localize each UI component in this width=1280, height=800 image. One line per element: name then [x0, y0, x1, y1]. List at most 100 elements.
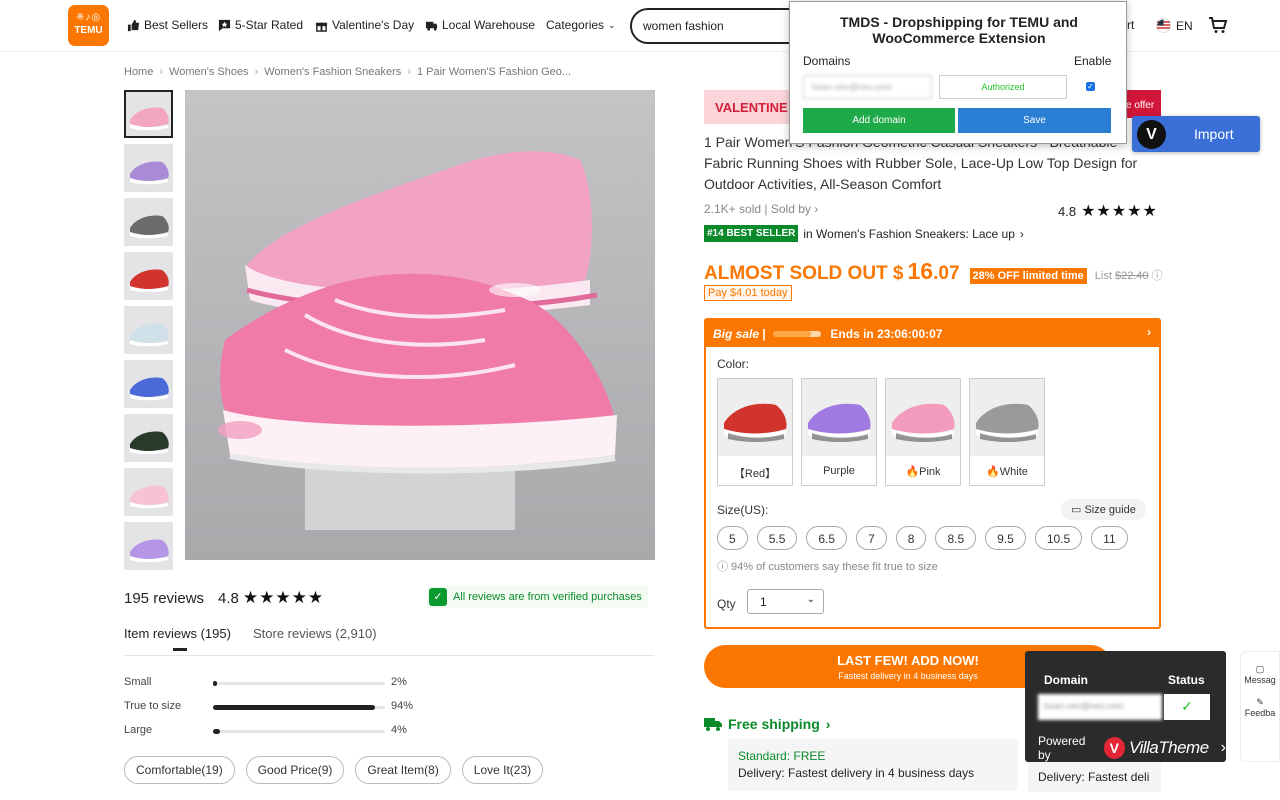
- account-link[interactable]: rt: [1127, 18, 1134, 32]
- size-option[interactable]: 8.5: [935, 526, 977, 550]
- fire-icon: 🔥: [905, 466, 920, 478]
- standard-shipping-card[interactable]: Standard: FREE Delivery: Fastest deliver…: [728, 739, 1018, 791]
- domain-input[interactable]: hoan.nev@nev.com: [803, 75, 932, 99]
- enable-checkbox[interactable]: ✓: [1086, 82, 1095, 91]
- nav-categories[interactable]: Categories ⌄: [546, 18, 616, 32]
- tab-store-reviews[interactable]: Store reviews (2,910): [253, 626, 377, 641]
- fit-percent: 2%: [391, 676, 407, 688]
- rating-value: 4.8: [1058, 203, 1077, 219]
- powered-by-label: Powered by: [1038, 734, 1086, 762]
- breadcrumb-home[interactable]: Home: [124, 66, 153, 78]
- message-icon[interactable]: ▢: [1241, 664, 1279, 675]
- breadcrumb-sneakers[interactable]: Women's Fashion Sneakers: [264, 66, 401, 78]
- chevron-right-icon: ›: [825, 716, 831, 732]
- villatheme-logo-icon: V: [1103, 737, 1125, 759]
- language-label: EN: [1176, 18, 1193, 33]
- cart-icon[interactable]: [1208, 16, 1228, 34]
- messages-label[interactable]: Messag: [1241, 675, 1279, 685]
- big-sale-banner[interactable]: Big sale | Ends in 23:06:00:07 ›: [706, 320, 1159, 347]
- big-sale-label: Big sale: [713, 327, 760, 341]
- breadcrumb: Home › Women's Shoes › Women's Fashion Sne…: [124, 66, 571, 78]
- product-rating[interactable]: 4.8 ★★★★★: [1058, 201, 1158, 221]
- import-button[interactable]: V Import: [1132, 116, 1260, 152]
- gallery-thumbnail[interactable]: [124, 198, 173, 246]
- review-rating: 4.8: [218, 589, 239, 607]
- sale-progress: [773, 330, 822, 337]
- qty-select[interactable]: 1 ⌄: [747, 589, 824, 614]
- tmds-title: TMDS - Dropshipping for TEMU and WooComm…: [840, 14, 1078, 46]
- size-option[interactable]: 5: [717, 526, 748, 550]
- price-row: ALMOST SOLD OUT $16.07 28% OFF limited t…: [704, 258, 1163, 285]
- feedback-icon[interactable]: ✎: [1241, 697, 1279, 708]
- free-shipping-link[interactable]: Free shipping ›: [704, 716, 830, 732]
- nav-local-warehouse[interactable]: Local Warehouse: [425, 18, 535, 32]
- size-option[interactable]: 7: [856, 526, 887, 550]
- sold-by-label[interactable]: Sold by: [771, 202, 811, 216]
- feedback-label[interactable]: Feedba: [1241, 708, 1279, 718]
- temu-logo[interactable]: ※♪◎ TEMU: [68, 5, 109, 46]
- gallery-thumbnail[interactable]: [124, 522, 173, 570]
- purchase-box: Big sale | Ends in 23:06:00:07 › Color: …: [704, 318, 1161, 629]
- gallery-thumbnail[interactable]: [124, 414, 173, 462]
- save-button[interactable]: Save: [958, 108, 1111, 133]
- size-options: 5 5.5 6.5 7 8 8.5 9.5 10.5 11: [717, 526, 1128, 550]
- gallery-thumbnail[interactable]: [124, 468, 173, 516]
- gallery-thumbnail[interactable]: [124, 360, 173, 408]
- discount-badge: 28% OFF limited time: [969, 268, 1087, 284]
- star-chat-icon: [218, 19, 231, 31]
- size-option[interactable]: 8: [895, 526, 927, 550]
- powered-by[interactable]: Powered by V VillaTheme ›: [1038, 734, 1226, 762]
- review-tag-chips: Comfortable(19) Good Price(9) Great Item(8…: [124, 756, 544, 784]
- list-price: $22.40: [1114, 270, 1149, 282]
- review-tag-chip[interactable]: Great Item(8): [355, 756, 451, 784]
- fit-bar: [213, 681, 385, 686]
- fit-row: True to size 94%: [124, 700, 424, 716]
- shield-check-icon: ✓: [429, 588, 447, 606]
- nav-best-sellers[interactable]: Best Sellers: [127, 18, 208, 32]
- standard-label: Standard: FREE: [738, 749, 826, 763]
- breadcrumb-current: 1 Pair Women'S Fashion Geo...: [416, 66, 572, 78]
- size-option[interactable]: 11: [1091, 526, 1128, 550]
- fire-icon: 🔥: [986, 466, 1000, 478]
- price-integer: 16: [907, 258, 934, 284]
- chevron-down-icon: ⌄: [806, 594, 815, 605]
- logo-text: TEMU: [74, 25, 103, 36]
- nav-valentines[interactable]: Valentine's Day: [315, 18, 414, 32]
- size-guide-label: Size guide: [1084, 504, 1136, 516]
- breadcrumb-separator: ›: [407, 66, 411, 78]
- review-count: 195 reviews: [124, 589, 205, 607]
- size-option[interactable]: 6.5: [806, 526, 848, 550]
- color-swatch[interactable]: 【Red】: [717, 378, 793, 486]
- rating-stars: ★★★★★: [1081, 203, 1158, 220]
- language-selector[interactable]: EN: [1156, 18, 1193, 33]
- breadcrumb-womens-shoes[interactable]: Women's Shoes: [169, 66, 249, 78]
- gallery-thumbnail[interactable]: [124, 90, 173, 138]
- size-option[interactable]: 9.5: [985, 526, 1026, 550]
- gallery-thumbnail[interactable]: [124, 252, 173, 300]
- info-icon[interactable]: ⓘ: [1152, 270, 1163, 282]
- express-shipping-card[interactable]: Delivery: Fastest deli: [1028, 762, 1161, 792]
- review-tag-chip[interactable]: Love It(23): [461, 756, 544, 784]
- ruler-icon: ▭: [1071, 504, 1082, 516]
- size-option[interactable]: 10.5: [1034, 526, 1083, 550]
- color-swatch[interactable]: Purple: [801, 378, 877, 486]
- size-guide-button[interactable]: ▭ Size guide: [1061, 499, 1146, 520]
- product-main-image[interactable]: [185, 90, 655, 560]
- nav-five-star[interactable]: 5-Star Rated: [218, 18, 303, 32]
- domain-header: Domain: [1044, 673, 1089, 687]
- sold-info: 2.1K+ sold | Sold by ›: [704, 202, 819, 216]
- tab-item-reviews[interactable]: Item reviews (195): [124, 626, 231, 651]
- status-header: Status: [1168, 673, 1205, 687]
- best-seller-row[interactable]: #14 BEST SELLER in Women's Fashion Sneak…: [704, 225, 1024, 242]
- nav-label: Valentine's Day: [332, 18, 415, 32]
- size-option[interactable]: 5.5: [756, 526, 798, 550]
- add-domain-button[interactable]: Add domain: [803, 108, 955, 133]
- review-tag-chip[interactable]: Good Price(9): [245, 756, 345, 784]
- color-swatch[interactable]: 🔥Pink: [885, 378, 961, 486]
- fit-row: Large 4%: [124, 724, 424, 740]
- color-swatch[interactable]: 🔥White: [969, 378, 1045, 486]
- gallery-thumbnail[interactable]: [124, 144, 173, 192]
- review-tag-chip[interactable]: Comfortable(19): [124, 756, 235, 784]
- gallery-thumbnail[interactable]: [124, 306, 173, 354]
- pay-today-badge[interactable]: Pay $4.01 today: [704, 285, 792, 301]
